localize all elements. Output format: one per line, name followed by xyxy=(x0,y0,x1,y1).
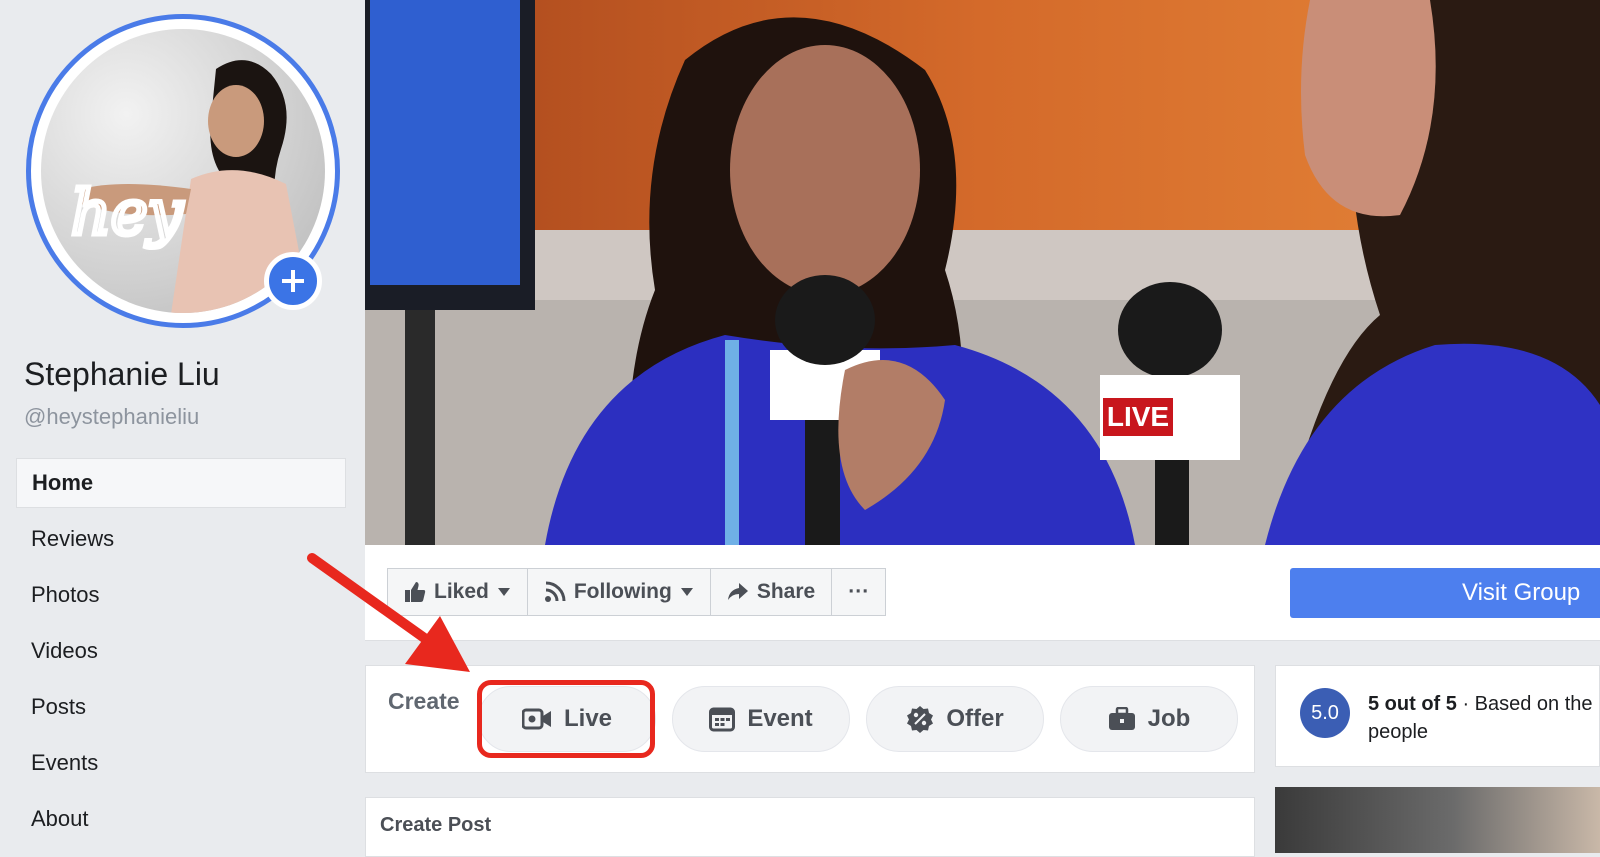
rating-summary: 5 out of 5 · Based on the people xyxy=(1368,690,1599,746)
create-label: Create xyxy=(388,688,460,714)
nav-item-videos[interactable]: Videos xyxy=(16,626,346,676)
more-options-button[interactable]: ··· xyxy=(831,568,887,616)
photo-thumbnail[interactable] xyxy=(1275,787,1600,853)
cover-image: LIVE xyxy=(365,0,1600,545)
share-button[interactable]: Share xyxy=(709,568,833,616)
rss-feed-icon xyxy=(544,581,566,602)
nav-item-photos[interactable]: Photos xyxy=(16,570,346,620)
rating-score-badge: 5.0 xyxy=(1300,688,1350,738)
create-job-button[interactable]: Job xyxy=(1060,686,1238,752)
nav-item-reviews[interactable]: Reviews xyxy=(16,514,346,564)
annotation-arrow xyxy=(307,553,470,672)
create-post-card[interactable]: Create Post xyxy=(365,797,1255,857)
share-arrow-icon xyxy=(727,583,748,600)
chevron-down-icon xyxy=(497,588,510,596)
page-action-bar: Liked Following Share ··· Visit Group xyxy=(365,545,1600,641)
mic-live-text: LIVE xyxy=(1107,401,1169,432)
percent-badge-icon xyxy=(907,706,934,733)
page-sidebar: hey Stephanie Liu @heystephanieliu Home … xyxy=(0,0,365,853)
nav-item-posts[interactable]: Posts xyxy=(16,682,346,732)
nav-item-home[interactable]: Home xyxy=(16,458,346,508)
create-job-label: Job xyxy=(1147,705,1191,732)
create-post-title: Create Post xyxy=(380,814,492,836)
create-event-button[interactable]: Event xyxy=(672,686,850,752)
cover-photo[interactable]: LIVE xyxy=(365,0,1600,545)
profile-picture[interactable]: hey xyxy=(26,14,340,328)
visit-group-button[interactable]: Visit Group xyxy=(1290,568,1600,618)
following-button[interactable]: Following xyxy=(526,568,711,616)
rating-line2: people xyxy=(1368,721,1429,743)
rating-headline: 5 out of 5 xyxy=(1368,693,1457,715)
briefcase-icon xyxy=(1108,707,1135,730)
rating-card[interactable]: 5.0 5 out of 5 · Based on the people xyxy=(1275,665,1600,767)
rating-rest: · Based on the xyxy=(1456,693,1593,715)
create-offer-button[interactable]: Offer xyxy=(866,686,1044,752)
more-options-icon: ··· xyxy=(848,580,870,603)
create-offer-label: Offer xyxy=(946,705,1004,732)
page-username[interactable]: @heystephanieliu xyxy=(24,404,199,430)
share-label: Share xyxy=(756,580,816,603)
create-event-label: Event xyxy=(747,705,813,732)
following-label: Following xyxy=(573,580,672,603)
avatar-script-text: hey xyxy=(71,176,184,249)
plus-icon xyxy=(282,270,304,292)
nav-item-about[interactable]: About xyxy=(16,794,346,844)
page-title: Stephanie Liu xyxy=(24,356,220,392)
add-photo-button[interactable] xyxy=(264,252,322,310)
chevron-down-icon xyxy=(680,588,693,596)
nav-item-events[interactable]: Events xyxy=(16,738,346,788)
live-highlight-box xyxy=(477,680,655,758)
page-nav: Home Reviews Photos Videos Posts Events … xyxy=(16,458,346,850)
calendar-icon xyxy=(709,707,736,732)
